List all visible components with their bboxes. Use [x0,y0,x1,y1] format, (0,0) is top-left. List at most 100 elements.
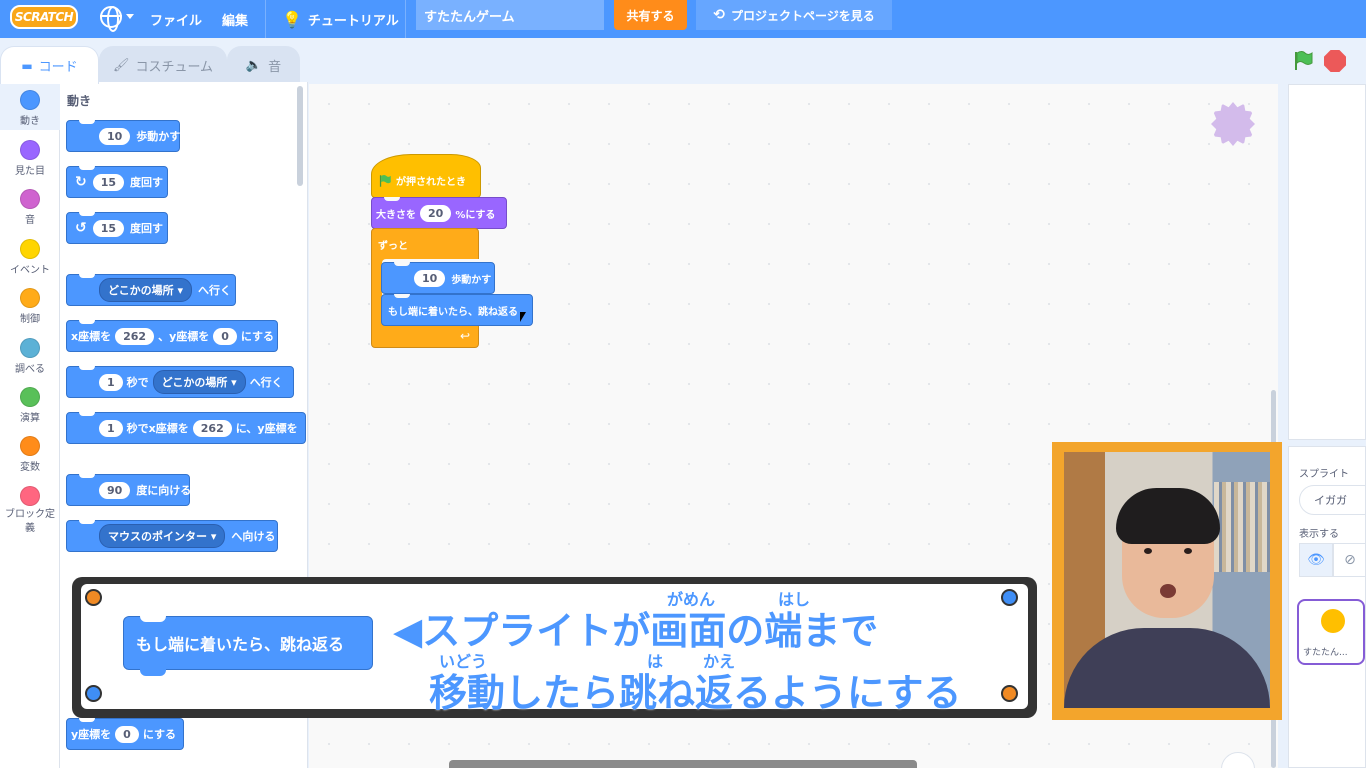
category-label: 制御 [20,314,40,325]
block-glide-to[interactable]: 1 秒で どこかの場所 へ行く [66,366,294,398]
bolt-icon [1001,589,1018,606]
eye-icon[interactable]: 👁 [1299,543,1333,577]
category-label: 見た目 [15,166,45,177]
tutorial-label: チュートリアル [307,13,399,29]
block-input[interactable]: 0 [115,725,139,743]
block-input[interactable]: 20 [420,204,452,222]
category-operators[interactable]: 演算 [0,387,60,424]
block-goto-xy[interactable]: x座標を 262 、y座標を 0 にする [66,320,278,352]
block-label: へ向ける [231,530,276,543]
block-glide-xy[interactable]: 1 秒でx座標を 262 に、y座標を [66,412,306,444]
category-control[interactable]: 制御 [0,288,60,325]
category-label: 変数 [20,462,40,473]
block-label: y座標を [71,728,112,741]
tab-sounds[interactable]: 🔈 音 [227,46,300,84]
block-dropdown[interactable]: どこかの場所 [152,370,246,394]
block-label: にする [142,728,176,741]
chevron-down-icon[interactable] [126,14,134,19]
palette-scrollbar[interactable] [297,86,303,186]
block-point-towards[interactable]: マウスのポインター へ向ける [66,520,278,552]
sprite-thumb-name: すたたん... [1303,648,1348,658]
block-input[interactable]: 1 [99,373,123,391]
block-label: 秒でx座標を [126,422,189,435]
caption-banner: もし端に着いたら、跳ね返る がめん はし ◀スプライトが画面の端まで いどう は… [72,577,1037,718]
block-turn-right[interactable]: ↻ 15 度回す [66,166,168,198]
block-dropdown[interactable]: どこかの場所 [99,278,193,302]
zoom-button[interactable] [1221,752,1255,768]
category-variables[interactable]: 変数 [0,436,60,473]
block-input[interactable]: 262 [115,327,155,345]
block-point-direction[interactable]: 90 度に向ける [66,474,191,506]
menu-file[interactable]: ファイル [150,0,202,38]
category-sound[interactable]: 音 [0,189,60,226]
eye-hidden-icon[interactable]: ⊘ [1333,543,1366,577]
block-goto[interactable]: どこかの場所 へ行く [66,274,236,306]
lightbulb-icon: 💡 [282,9,302,29]
block-turn-left[interactable]: ↺ 15 度回す [66,212,168,244]
block-input[interactable]: 90 [99,481,131,499]
block-input[interactable]: 262 [192,419,232,437]
block-label: 歩動かす [451,274,492,286]
divider [405,0,406,38]
bounce-on-edge-block[interactable]: もし端に着いたら、跳ね返る [381,294,533,326]
sprite-name-field[interactable]: イガガ [1299,485,1366,515]
scratch-logo[interactable]: SCRATCH [10,5,78,29]
category-my-blocks[interactable]: ブロック定義 [0,486,60,536]
project-page-button[interactable]: ⟲ プロジェクトページを見る [696,0,892,30]
mouse-cursor-icon [520,312,526,322]
block-input[interactable]: 10 [414,269,446,287]
tab-costumes[interactable]: 🖌 コスチューム [99,46,227,84]
menu-bar: SCRATCH ファイル 編集 💡 チュートリアル 共有する ⟲ プロジェクトペ… [0,0,1366,38]
category-dot-icon [20,486,40,506]
sprite-watermark-icon [1211,102,1255,146]
category-events[interactable]: イベント [0,239,60,276]
share-button[interactable]: 共有する [614,0,687,30]
category-dot-icon [20,288,40,308]
project-title-input[interactable] [416,0,604,30]
sprite-label: スプライト [1299,469,1349,480]
move-steps-block[interactable]: 10 歩動かす [381,262,495,294]
category-looks[interactable]: 見た目 [0,140,60,177]
block-label: へ行く [249,376,283,389]
block-label: へ行く [198,284,232,297]
category-dot-icon [20,189,40,209]
category-label: 動き [20,116,40,127]
show-label: 表示する [1299,529,1339,540]
block-label: 大きさを [376,209,416,221]
stop-icon[interactable] [1324,50,1346,72]
refresh-icon: ⟲ [713,7,725,23]
tab-code[interactable]: ▬ コード [0,46,99,84]
block-label: 度回す [130,176,164,189]
block-input[interactable]: 15 [92,219,125,237]
loop-arrow-icon: ↩ [459,329,470,343]
when-flag-clicked-block[interactable]: が押されたとき [371,154,481,198]
stage-canvas[interactable] [1288,84,1366,440]
tutorial-button[interactable]: 💡 チュートリアル [282,0,399,38]
project-page-label: プロジェクトページを見る [730,8,875,23]
block-input[interactable]: 1 [99,419,123,437]
video-progress-bar[interactable] [449,760,917,768]
webcam-overlay [1052,442,1282,720]
menu-edit[interactable]: 編集 [222,0,248,38]
globe-icon[interactable] [100,6,122,32]
block-dropdown[interactable]: マウスのポインター [99,524,226,548]
presenter-video [1064,452,1270,708]
bolt-icon [1001,685,1018,702]
block-move-steps[interactable]: 10 歩動かす [66,120,180,152]
presenter-mouth [1160,584,1176,598]
sprite-thumbnail[interactable]: すたたん... [1297,599,1365,665]
speaker-icon: 🔈 [245,58,263,73]
block-label: ずっと [378,241,408,252]
block-label: が押されたとき [396,177,466,188]
tab-code-label: コード [38,60,78,75]
block-input[interactable]: 15 [92,173,125,191]
category-sensing[interactable]: 調べる [0,338,60,375]
block-input[interactable]: 0 [213,327,237,345]
block-input[interactable]: 10 [99,127,131,145]
block-set-y[interactable]: y座標を 0 にする [66,718,184,750]
set-size-block[interactable]: 大きさを 20 %にする [371,197,507,229]
block-label: にする [240,330,275,343]
category-dot-icon [20,338,40,358]
green-flag-icon[interactable] [1292,50,1314,72]
category-motion[interactable]: 動き [0,82,60,130]
